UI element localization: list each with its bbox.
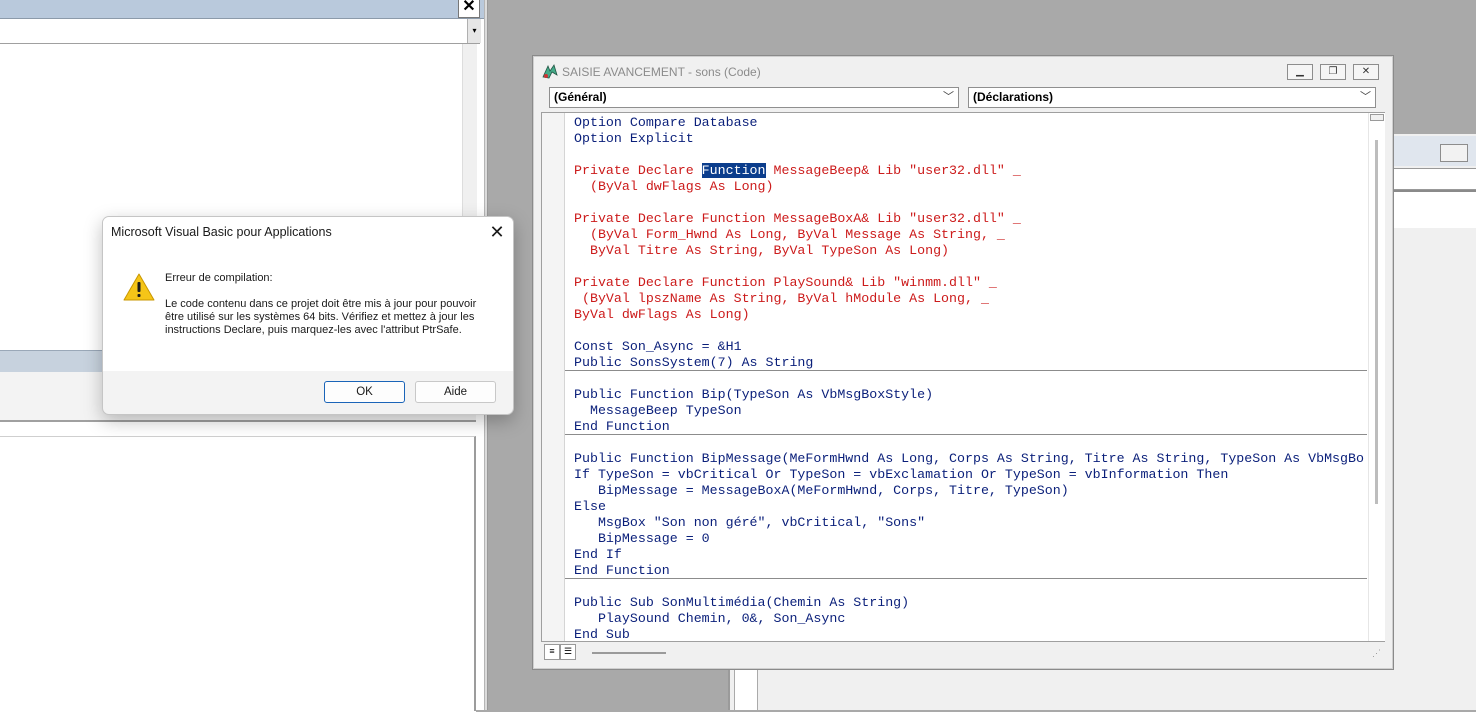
code-selection: Function	[701, 163, 766, 178]
scrollbar-thumb[interactable]	[592, 652, 666, 654]
code-line: Option Explicit	[574, 131, 694, 146]
code-line: If TypeSon = vbCritical Or TypeSon = vbE…	[574, 467, 1229, 482]
background-window-minimize-button[interactable]	[1440, 144, 1468, 162]
ok-button[interactable]: OK	[324, 381, 405, 403]
restore-button[interactable]: ❐	[1320, 64, 1346, 80]
code-line: BipMessage = 0	[574, 531, 710, 546]
code-line: Public SonsSystem(7) As String	[574, 355, 814, 370]
code-token: Private Declare	[574, 163, 702, 178]
compile-error-dialog: Microsoft Visual Basic pour Applications…	[102, 216, 514, 415]
code-line-error: (ByVal Form_Hwnd As Long, ByVal Message …	[574, 227, 1005, 242]
dialog-close-button[interactable]: ✕	[485, 221, 509, 243]
background-list-box-inner	[0, 436, 476, 711]
dialog-heading: Erreur de compilation:	[165, 272, 273, 284]
code-line: Public Function BipMessage(MeFormHwnd As…	[574, 451, 1364, 466]
procedure-combo-value: (Déclarations)	[973, 90, 1054, 104]
background-combo[interactable]	[0, 19, 480, 44]
chevron-down-icon[interactable]: ﹀	[943, 88, 954, 107]
minimize-button[interactable]: ▁	[1287, 64, 1313, 80]
procedure-separator	[565, 578, 1367, 579]
code-line-error: Private Declare Function MessageBoxA& Li…	[574, 211, 1021, 226]
warning-icon	[123, 272, 155, 302]
code-line-error: ByVal dwFlags As Long)	[574, 307, 750, 322]
code-line-error: ByVal Titre As String, ByVal TypeSon As …	[574, 243, 950, 258]
dialog-title: Microsoft Visual Basic pour Applications	[111, 225, 332, 239]
background-pane-right	[1394, 190, 1476, 228]
code-line: End If	[574, 547, 622, 562]
split-bar-handle[interactable]	[1370, 114, 1384, 121]
background-combo-right	[1394, 168, 1476, 190]
resize-grip-icon[interactable]: ⋰	[1372, 648, 1382, 658]
help-button[interactable]: Aide	[415, 381, 496, 403]
code-token: MessageBeep& Lib "user32.dll" _	[765, 163, 1021, 178]
background-pane-strip	[734, 668, 758, 710]
dialog-message: Le code contenu dans ce projet doit être…	[165, 298, 477, 336]
code-line: BipMessage = MessageBoxA(MeFormHwnd, Cor…	[574, 483, 1069, 498]
procedure-combo[interactable]: (Déclarations) ﹀	[968, 87, 1376, 108]
object-combo[interactable]: (Général) ﹀	[549, 87, 959, 108]
code-line: Else	[574, 499, 606, 514]
code-line: End Function	[574, 419, 670, 434]
code-line-error: Private Declare Function PlaySound& Lib …	[574, 275, 997, 290]
scrollbar-thumb[interactable]	[1375, 140, 1378, 504]
code-line-error: (ByVal lpszName As String, ByVal hModule…	[574, 291, 989, 306]
code-line: Public Function Bip(TypeSon As VbMsgBoxS…	[574, 387, 934, 402]
chevron-down-icon[interactable]: ▾	[467, 19, 481, 43]
code-margin-indicator-bar[interactable]	[542, 113, 565, 641]
horizontal-scrollbar[interactable]	[541, 642, 1385, 660]
code-line: Const Son_Async = &H1	[574, 339, 742, 354]
procedure-view-icon[interactable]: ≡	[544, 644, 560, 660]
code-line-error: (ByVal dwFlags As Long)	[574, 179, 774, 194]
code-line: MessageBeep TypeSon	[574, 403, 742, 418]
vba-module-icon	[541, 63, 559, 81]
background-window-close-button[interactable]: ✕	[458, 0, 480, 18]
chevron-down-icon[interactable]: ﹀	[1360, 88, 1371, 107]
close-button[interactable]: ✕	[1353, 64, 1379, 80]
background-window-titlebar	[0, 0, 484, 19]
code-line: End Function	[574, 563, 670, 578]
full-module-view-icon[interactable]: ☰	[560, 644, 576, 660]
code-text[interactable]: Option Compare Database Option Explicit …	[574, 115, 1366, 640]
code-line: End Sub	[574, 627, 630, 640]
code-window-title: SAISIE AVANCEMENT - sons (Code)	[562, 65, 761, 79]
code-line-error: Private Declare Function MessageBeep& Li…	[574, 163, 1366, 179]
code-line: Option Compare Database	[574, 115, 758, 130]
code-line: PlaySound Chemin, 0&, Son_Async	[574, 611, 846, 626]
object-combo-value: (Général)	[554, 90, 607, 104]
code-line: MsgBox "Son non géré", vbCritical, "Sons…	[574, 515, 926, 530]
procedure-separator	[565, 434, 1367, 435]
procedure-separator	[565, 370, 1367, 371]
code-line: Public Sub SonMultimédia(Chemin As Strin…	[574, 595, 910, 610]
